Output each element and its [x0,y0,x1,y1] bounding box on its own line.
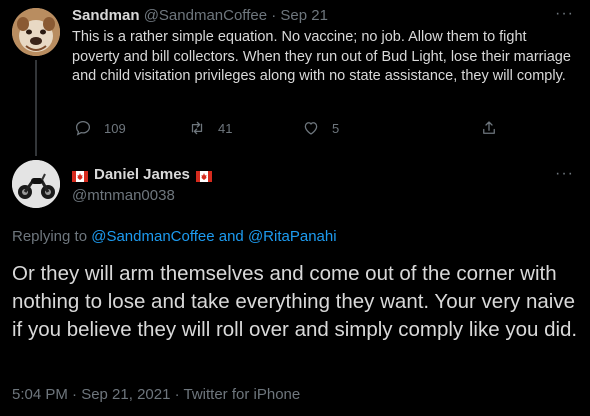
replying-to-prefix: Replying to [12,228,88,245]
like-count: 5 [332,120,340,136]
retweet-icon [191,121,203,135]
parent-tweet-actions: 109 41 5 [72,119,512,139]
main-handle[interactable]: @mtnman0038 [72,187,175,204]
separator-dot: · [271,7,277,24]
parent-date[interactable]: Sep 21 [280,7,328,24]
more-horizontal-icon[interactable]: ··· [555,165,574,183]
replying-to-users-link[interactable]: @SandmanCoffee and @RitaPanahi [91,228,336,245]
parent-tweet-header: Sandman @SandmanCoffee · Sep 21 [72,7,328,24]
share-button[interactable] [480,119,510,137]
tweet-timestamp[interactable]: 5:04 PM · Sep 21, 2021 · Twitter for iPh… [12,386,300,403]
retweet-button[interactable]: 41 [188,119,232,137]
reply-count: 109 [104,120,126,136]
canada-flag-icon [72,169,88,182]
retweet-count: 41 [218,120,233,136]
more-horizontal-icon[interactable]: ··· [555,5,574,23]
parent-display-name[interactable]: Sandman [72,7,140,24]
canada-flag-icon [195,169,212,182]
main-tweet-text: Or they will arm themselves and come out… [12,262,578,341]
parent-tweet-avatar[interactable] [12,8,60,56]
parent-handle[interactable]: @SandmanCoffee [144,7,267,24]
share-icon [483,121,495,134]
main-tweet-header: Daniel James [72,166,212,183]
main-display-name[interactable]: Daniel James [94,166,190,183]
heart-icon [304,122,318,135]
parent-tweet-text: This is a rather simple equation. No vac… [72,29,571,84]
main-tweet-avatar[interactable] [12,160,60,208]
like-button[interactable]: 5 [302,119,339,137]
reply-icon [75,120,91,136]
reply-button[interactable]: 109 [74,119,126,137]
thread-connector-line [35,60,37,156]
motorcycle-avatar-image [12,160,60,208]
bulldog-avatar-image [12,8,60,56]
replying-to-line: Replying to @SandmanCoffee and @RitaPana… [12,228,337,245]
